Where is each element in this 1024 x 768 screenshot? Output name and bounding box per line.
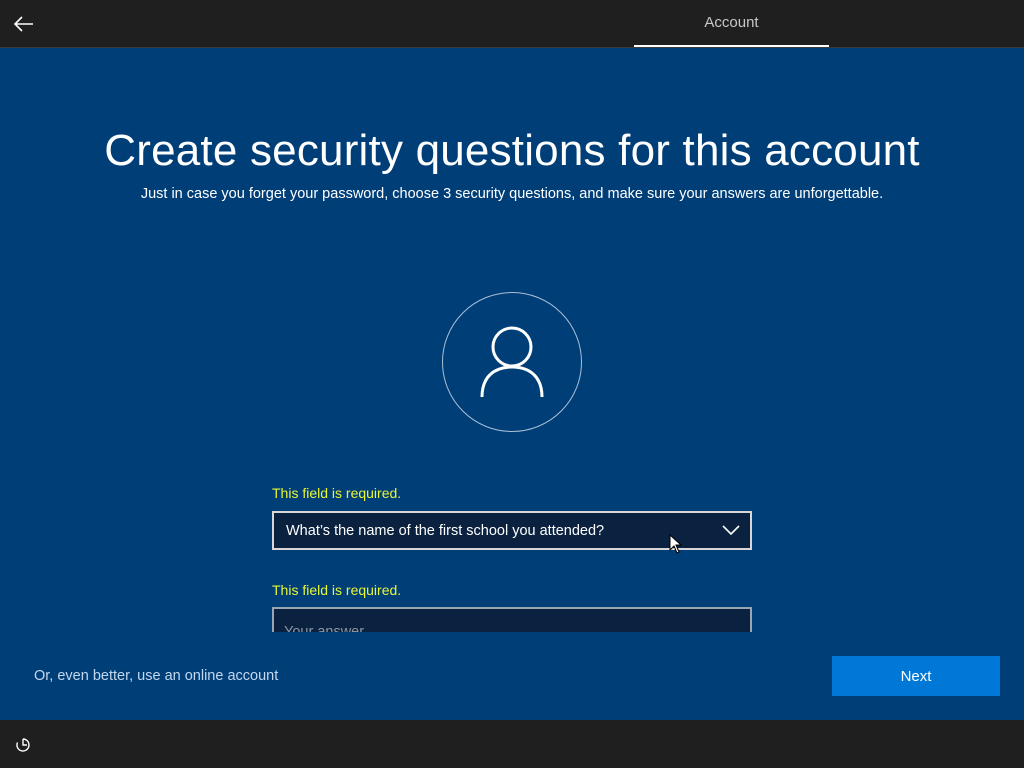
question-error-message: This field is required. <box>272 485 402 501</box>
next-button[interactable]: Next <box>832 656 1000 696</box>
user-icon <box>480 326 544 398</box>
ease-of-access-icon <box>16 738 30 752</box>
top-bar: Account <box>0 0 1024 48</box>
security-question-selected: What’s the name of the first school you … <box>286 522 605 539</box>
answer-error-message: This field is required. <box>272 582 402 598</box>
tab-account: Account <box>634 0 829 47</box>
answer-field-container <box>272 607 752 632</box>
mouse-pointer-icon <box>669 534 683 554</box>
avatar <box>442 292 582 432</box>
accessibility-button[interactable] <box>12 734 34 756</box>
chevron-down-icon <box>722 525 740 536</box>
answer-input[interactable] <box>272 607 752 632</box>
back-arrow-icon <box>14 16 33 32</box>
bottom-bar <box>0 720 1024 768</box>
page-title: Create security questions for this accou… <box>104 126 920 175</box>
page-subtitle: Just in case you forget your password, c… <box>140 186 884 202</box>
back-button[interactable] <box>8 8 40 40</box>
main-panel: Create security questions for this accou… <box>0 48 1024 720</box>
online-account-link[interactable]: Or, even better, use an online account <box>34 668 278 684</box>
